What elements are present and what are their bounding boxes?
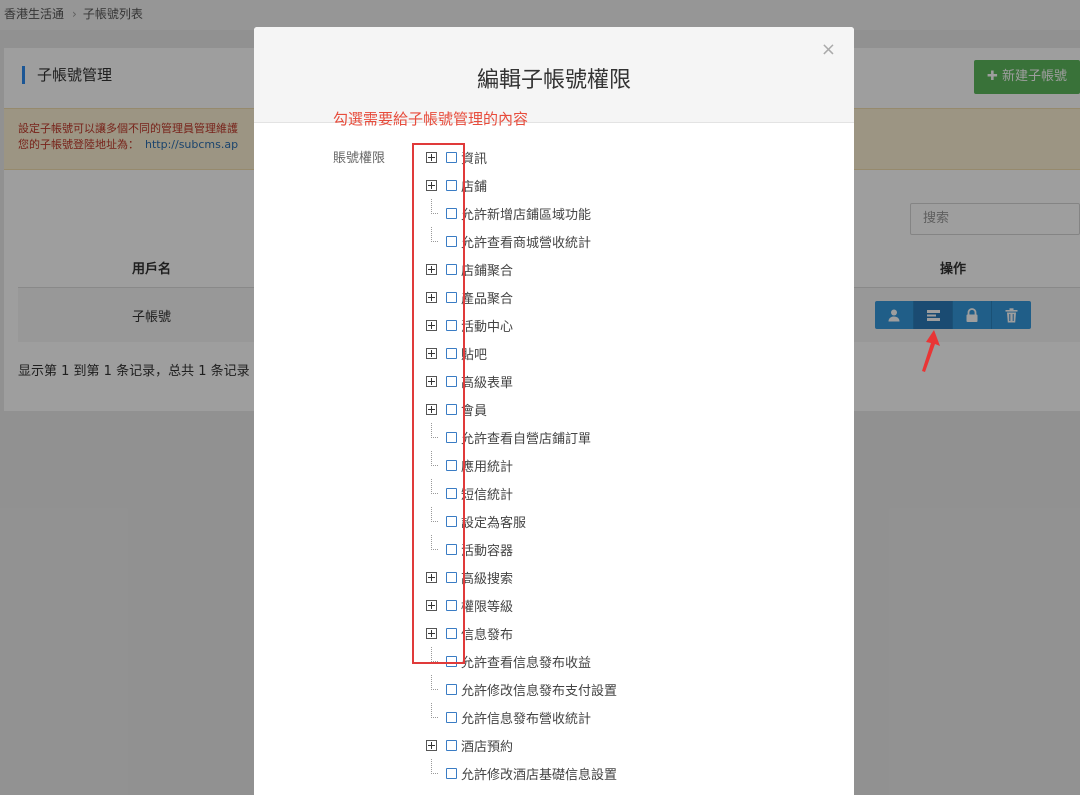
permission-label[interactable]: 設定為客服 <box>461 512 526 531</box>
permission-label[interactable]: 允許修改信息發布支付設置 <box>461 680 617 699</box>
permission-label[interactable]: 酒店預約 <box>461 736 513 755</box>
tree-node: 店鋪聚合 <box>426 255 846 283</box>
tree-node: 允許查看信息發布收益 <box>426 646 846 675</box>
permission-label[interactable]: 允許新增店鋪區域功能 <box>461 204 591 223</box>
permission-label[interactable]: 允許查看自營店鋪訂單 <box>461 428 591 447</box>
tree-node: 資訊 <box>426 143 846 171</box>
tree-line <box>426 702 438 723</box>
permission-label[interactable]: 店鋪聚合 <box>461 260 513 279</box>
permission-label[interactable]: 允許查看商城營收統計 <box>461 232 591 251</box>
expand-icon[interactable] <box>426 739 437 751</box>
permission-label[interactable]: 允許查看信息發布收益 <box>461 652 591 671</box>
modal-hint: 勾選需要給子帳號管理的內容 <box>333 110 529 128</box>
tree-node: 信息發布 <box>426 619 846 647</box>
permissions-label: 賬號權限 <box>333 151 386 166</box>
permission-label[interactable]: 應用統計 <box>461 456 513 475</box>
modal-title: 編輯子帳號權限 <box>476 68 631 93</box>
tree-node: 權限等級 <box>426 591 846 619</box>
tree-node: 店鋪 <box>426 171 846 199</box>
tree-node: 會員 <box>426 395 846 423</box>
tree-node: 允許查看自營店鋪訂單 <box>426 422 846 451</box>
red-arrow-annotation <box>922 330 940 372</box>
tree-node: 允許修改酒店基礎信息設置 <box>426 758 846 787</box>
tree-node: 酒店預約 <box>426 731 846 759</box>
permission-label[interactable]: 高級表單 <box>461 372 513 391</box>
close-icon[interactable]: × <box>821 39 836 60</box>
edit-permissions-modal: 編輯子帳號權限 × 勾選需要給子帳號管理的內容 賬號權限 資訊 店鋪允許新增店鋪區… <box>254 27 854 795</box>
tree-node: 貼吧 <box>426 339 846 367</box>
tree-node: 允許查看商城營收統計 <box>426 226 846 255</box>
red-box-annotation <box>412 143 465 664</box>
tree-node: 允許修改信息發布支付設置 <box>426 674 846 703</box>
tree-node: 設定為客服 <box>426 506 846 535</box>
permission-label[interactable]: 允許信息發布營收統計 <box>461 708 591 727</box>
tree-node: 高級表單 <box>426 367 846 395</box>
permission-label[interactable]: 產品聚合 <box>461 288 513 307</box>
tree-node: 允許信息發布營收統計 <box>426 702 846 731</box>
permission-label[interactable]: 信息發布 <box>461 624 513 643</box>
tree-node: 高級搜索 <box>426 563 846 591</box>
tree-node: 活動容器 <box>426 534 846 563</box>
tree-node: 產品聚合 <box>426 283 846 311</box>
tree-node: 活動中心 <box>426 311 846 339</box>
permission-label[interactable]: 高級搜索 <box>461 568 513 587</box>
tree-line <box>426 674 438 695</box>
permission-label[interactable]: 允許修改酒店基礎信息設置 <box>461 764 617 783</box>
tree-line <box>426 758 438 779</box>
permission-label[interactable]: 活動容器 <box>461 540 513 559</box>
permission-label[interactable]: 權限等級 <box>461 596 513 615</box>
permission-checkbox[interactable] <box>446 767 457 779</box>
permissions-tree: 資訊 店鋪允許新增店鋪區域功能 允許查看商城營收統計 店鋪聚合產品聚合活動中心貼吧高級… <box>426 143 846 787</box>
permission-label[interactable]: 活動中心 <box>461 316 513 335</box>
permission-checkbox[interactable] <box>446 711 457 723</box>
tree-node: 允許新增店鋪區域功能 <box>426 198 846 227</box>
permission-label[interactable]: 短信統計 <box>461 484 513 503</box>
permission-checkbox[interactable] <box>446 683 457 695</box>
tree-node: 應用統計 <box>426 450 846 479</box>
permission-checkbox[interactable] <box>446 739 457 751</box>
tree-node: 短信統計 <box>426 478 846 507</box>
